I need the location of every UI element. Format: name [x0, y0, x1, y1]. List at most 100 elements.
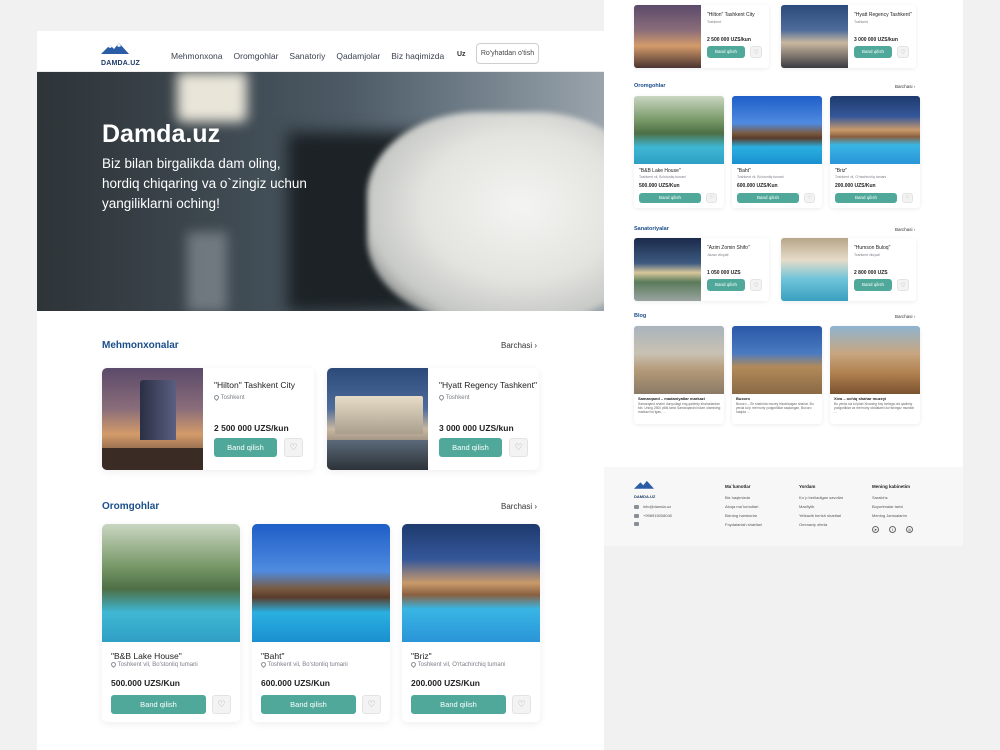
resort-location-text: Toshkent vil, Bo'stonliq tumani — [117, 662, 198, 669]
favorite-heart-icon[interactable]: ♡ — [362, 695, 381, 714]
footer-link[interactable]: Biz haqimizda — [725, 495, 762, 500]
footer-col-title: Mening kabinetim — [872, 484, 911, 489]
favorite-heart-icon[interactable]: ♡ — [750, 46, 762, 58]
footer-link[interactable]: Bizning hamkorlar — [725, 513, 762, 518]
telegram-icon[interactable]: ➤ — [872, 526, 879, 533]
footer-col-title: Ma`lumotlar — [725, 484, 751, 489]
footer-link[interactable]: Maxfiylik — [799, 504, 843, 509]
sanatorium-card[interactable]: "Azim Zomin Shifo" Jizzax viloyati 1 050… — [634, 238, 769, 301]
hotel-price: 2 500 000 UZS/kun — [707, 37, 751, 43]
main-page: DAMDA.UZ Mehmonxona Oromgohlar Sanatoriy… — [37, 31, 604, 750]
blog-card[interactable]: Buxoro Buxoro – Sir shahrida muzey hisob… — [732, 326, 822, 424]
footer-link[interactable]: Saralchs — [872, 495, 910, 500]
hotel-card[interactable]: "Hilton" Tashkent City Toshkent 2 500 00… — [102, 368, 314, 470]
book-button[interactable]: Band qilish — [439, 438, 502, 457]
mountain-logo-icon — [101, 43, 129, 54]
resort-card[interactable]: "Briz" Toshkent vil, O'rtachirchiq tuman… — [402, 524, 540, 722]
sanatorium-card[interactable]: "Humson Buloq" Toshkent viloyati 2 800 0… — [781, 238, 916, 301]
see-all-sanatoriums-link[interactable]: Barchasi › — [895, 227, 915, 232]
see-all-resorts-link[interactable]: Barchasi › — [501, 502, 537, 511]
book-button[interactable]: Band qilish — [707, 46, 745, 58]
resort-image — [830, 96, 920, 164]
footer-link[interactable]: Buyurtmalar tarixi — [872, 504, 910, 509]
book-button[interactable]: Band qilish — [111, 695, 206, 714]
book-button[interactable]: Band qilish — [261, 695, 356, 714]
language-switch[interactable]: Uz — [457, 51, 466, 58]
nav-item-resorts[interactable]: Oromgohlar — [234, 51, 279, 61]
resort-card[interactable]: "B&B Lake House" Toshkent vil, Bo'stonli… — [102, 524, 240, 722]
logo[interactable]: DAMDA.UZ — [101, 41, 140, 67]
section-title-resorts: Oromgohlar — [102, 501, 160, 512]
favorite-heart-icon[interactable]: ♡ — [509, 438, 528, 457]
footer-link[interactable]: Aloqa ma`lumotlari — [725, 504, 762, 509]
book-button[interactable]: Band qilish — [835, 193, 897, 203]
footer-contacts: info@damda.uz +998915008040 — [634, 504, 672, 530]
hotel-card[interactable]: "Hilton" Tashkent City Toshkent 2 500 00… — [634, 5, 769, 68]
hotel-image — [781, 5, 848, 68]
section-title-sanatoriums: Sanatoriyalar — [634, 226, 669, 232]
book-button[interactable]: Band qilish — [854, 279, 892, 291]
favorite-heart-icon[interactable]: ♡ — [897, 46, 909, 58]
see-all-label: Barchasi — [501, 341, 533, 350]
resort-price: 500.000 UZS/Kun — [639, 183, 680, 189]
book-button[interactable]: Band qilish — [639, 193, 701, 203]
blog-excerpt: Samarqand shahri dunyodagi eng qadimiy s… — [638, 402, 721, 415]
hotel-price: 2 500 000 UZS/kun — [214, 423, 289, 433]
location-pin-icon — [109, 660, 118, 669]
favorite-heart-icon[interactable]: ♡ — [212, 695, 231, 714]
favorite-heart-icon[interactable]: ♡ — [284, 438, 303, 457]
resort-image — [732, 96, 822, 164]
facebook-icon[interactable]: f — [889, 526, 896, 533]
footer-logo[interactable]: DAMDA.UZ — [634, 476, 655, 499]
resort-image — [634, 96, 724, 164]
footer-phone[interactable]: +998915008040 — [634, 513, 672, 518]
see-all-hotels-link[interactable]: Barchasi › — [501, 341, 537, 350]
resort-card[interactable]: "Briz" Toshkent vil, O'rtachirchiq tuman… — [830, 96, 920, 208]
see-all-label: Barchasi — [501, 502, 533, 511]
footer-email[interactable]: info@damda.uz — [634, 504, 672, 509]
blog-card[interactable]: Xiva – ochiq shahar muzeyi Bu yerda siz … — [830, 326, 920, 424]
hotel-card[interactable]: "Hyatt Regency Tashkent" Toshkent 3 000 … — [781, 5, 916, 68]
resort-card[interactable]: "Baht" Toshkent vil, Bo'stonliq tumani 6… — [252, 524, 390, 722]
book-button[interactable]: Band qilish — [411, 695, 506, 714]
footer-link[interactable]: Foydalanish shartlari — [725, 522, 762, 527]
hotel-card[interactable]: "Hyatt Regency Tashkent" Toshkent 3 000 … — [327, 368, 539, 470]
footer-link[interactable]: Yetkazib berish shartlari — [799, 513, 843, 518]
instagram-icon[interactable]: ◎ — [906, 526, 913, 533]
favorite-heart-icon[interactable]: ♡ — [512, 695, 531, 714]
blog-card[interactable]: Samarqand – madaniyatlar markazi Samarqa… — [634, 326, 724, 424]
nav-item-about[interactable]: Biz haqimizda — [391, 51, 444, 61]
hotel-location: Toshkent — [212, 393, 245, 401]
footer-link[interactable]: Ommaviy oferta — [799, 522, 843, 527]
signup-button[interactable]: Ro'yhatdan o'tish — [476, 43, 539, 64]
see-all-resorts-link[interactable]: Barchasi › — [895, 84, 915, 89]
favorite-heart-icon[interactable]: ♡ — [706, 193, 717, 203]
hotel-location-text: Toshkent — [445, 395, 470, 402]
hotel-location: Toshkent — [437, 393, 470, 402]
blog-excerpt: Bu yerda siz ko'plab Xivaning boy tarixi… — [834, 402, 915, 415]
favorite-heart-icon[interactable]: ♡ — [897, 279, 909, 291]
book-button[interactable]: Band qilish — [707, 279, 745, 291]
book-button[interactable]: Band qilish — [214, 438, 277, 457]
nav-item-sanatorium[interactable]: Sanatoriy — [289, 51, 325, 61]
book-button[interactable]: Band qilish — [737, 193, 799, 203]
favorite-heart-icon[interactable]: ♡ — [750, 279, 762, 291]
hero-glass-shape — [187, 232, 227, 311]
hero-title: Damda.uz — [102, 120, 221, 148]
nav-item-sights[interactable]: Qadamjolar — [336, 51, 380, 61]
favorite-heart-icon[interactable]: ♡ — [902, 193, 913, 203]
resort-card[interactable]: "B&B Lake House" Toshkent vil, Bo'stonli… — [634, 96, 724, 208]
sanatorium-price: 2 800 000 UZS — [854, 270, 888, 276]
resort-card[interactable]: "Baht" Toshkent vil, Bo'stonliq tumani 6… — [732, 96, 822, 208]
hotel-name: "Hyatt Regency Tashkent" — [854, 12, 912, 18]
nav-item-hotels[interactable]: Mehmonxona — [171, 51, 223, 61]
see-all-blog-link[interactable]: Barchasi › — [895, 314, 915, 319]
see-all-label: Barchasi — [895, 227, 913, 232]
book-button[interactable]: Band qilish — [854, 46, 892, 58]
favorite-heart-icon[interactable]: ♡ — [804, 193, 815, 203]
sanatorium-name: "Azim Zomin Shifo" — [707, 245, 750, 251]
hero-subtitle: Biz bilan birgalikda dam oling, hordiq c… — [102, 156, 307, 211]
resort-image — [252, 524, 390, 642]
footer-link[interactable]: Mening Jamoalarim — [872, 513, 910, 518]
footer-link[interactable]: Ko`p beriladigan savollar — [799, 495, 843, 500]
